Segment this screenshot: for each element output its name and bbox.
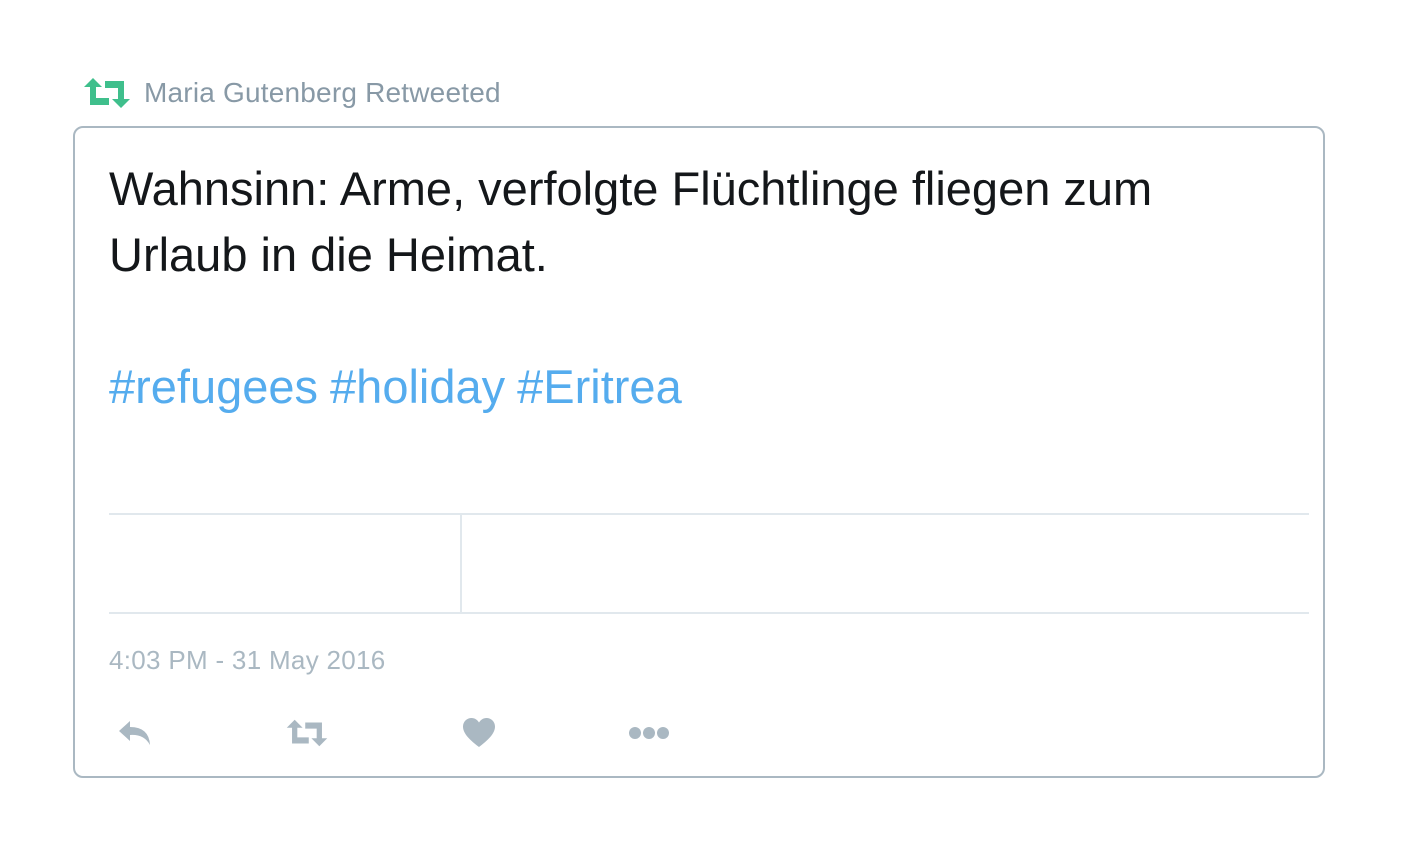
tweet-text: Wahnsinn: Arme, verfolgte Flüchtlinge fl…	[109, 162, 1166, 281]
retweet-icon	[82, 76, 132, 110]
tweet-stats	[109, 513, 1309, 614]
stats-divider	[460, 515, 462, 612]
more-button[interactable]	[627, 713, 671, 753]
retweet-icon	[285, 718, 329, 748]
tweet-card[interactable]: Wahnsinn: Arme, verfolgte Flüchtlinge fl…	[73, 126, 1325, 778]
hashtag-refugees[interactable]: #refugees	[109, 360, 318, 413]
more-icon	[628, 726, 670, 740]
retweet-context[interactable]: Maria Gutenberg Retweeted	[82, 74, 501, 112]
tweet-actions	[115, 713, 815, 753]
reply-icon	[117, 719, 153, 747]
reply-button[interactable]	[115, 713, 155, 753]
heart-icon	[462, 717, 496, 749]
retweeted-by-label[interactable]: Maria Gutenberg Retweeted	[144, 77, 501, 109]
hashtag-holiday[interactable]: #holiday	[330, 360, 505, 413]
tweet-timestamp[interactable]: 4:03 PM - 31 May 2016	[109, 645, 386, 676]
like-button[interactable]	[459, 713, 499, 753]
retweet-button[interactable]	[283, 713, 331, 753]
hashtag-list: #refugees #holiday #Eritrea	[109, 354, 694, 420]
hashtag-eritrea[interactable]: #Eritrea	[517, 360, 682, 413]
